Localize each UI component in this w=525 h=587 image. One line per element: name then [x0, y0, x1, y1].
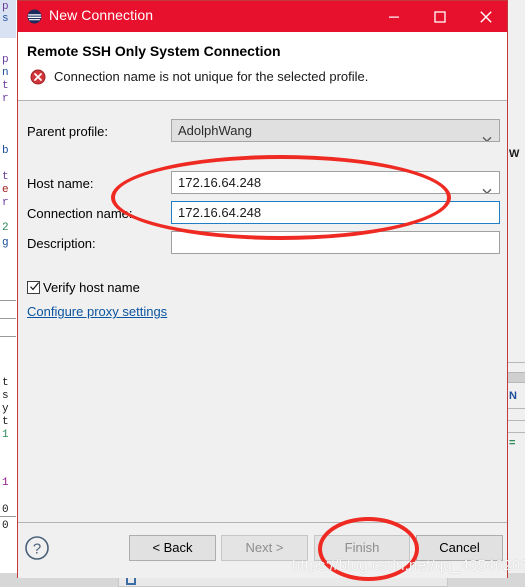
background-code-glyph: s	[2, 390, 9, 402]
background-panel-glyph: W	[509, 148, 520, 160]
chevron-down-icon	[482, 180, 492, 193]
status-message: Connection name is not unique for the se…	[54, 69, 369, 84]
background-code-glyph: 0	[2, 504, 9, 516]
back-button[interactable]: < Back	[129, 535, 216, 561]
eclipse-icon	[27, 9, 42, 24]
connection-name-label: Connection name:	[27, 206, 133, 221]
background-rule	[508, 420, 525, 421]
background-code-glyph: n	[2, 67, 9, 79]
parent-profile-label: Parent profile:	[27, 124, 108, 139]
background-code-glyph: s	[2, 13, 9, 25]
background-code-glyph: t	[2, 416, 9, 428]
dialog-body: Parent profile: AdolphWang Host name: 17…	[18, 101, 507, 511]
page-title: Remote SSH Only System Connection	[27, 43, 281, 59]
background-rule	[0, 516, 16, 517]
background-code-glyph: 1	[2, 429, 9, 441]
description-input[interactable]	[171, 231, 500, 254]
screen: pspntrbter2gtsyt1100 W N = New Connection	[0, 0, 525, 587]
dialog-footer: ? < Back Next > Finish Cancel	[18, 523, 507, 578]
svg-text:?: ?	[33, 541, 41, 558]
connection-name-input[interactable]: 172.16.64.248	[171, 201, 500, 224]
chevron-down-icon	[482, 128, 492, 141]
background-code-glyph: r	[2, 93, 9, 105]
background-panel-glyph: N	[509, 390, 517, 402]
connection-name-value: 172.16.64.248	[178, 205, 262, 220]
maximize-icon[interactable]	[417, 1, 463, 32]
background-selected-row	[508, 373, 525, 382]
background-code-glyph: p	[2, 1, 9, 13]
description-label: Description:	[27, 236, 96, 251]
background-rule	[508, 362, 525, 363]
finish-button-label: Finish	[344, 540, 380, 555]
background-code-glyph: t	[2, 377, 9, 389]
background-rule	[508, 382, 525, 383]
dialog-header: Remote SSH Only System Connection Connec…	[18, 32, 507, 101]
background-code-glyph: g	[2, 237, 9, 249]
background-rule	[0, 336, 16, 337]
host-name-label: Host name:	[27, 176, 94, 191]
cancel-button-label: Cancel	[439, 540, 480, 555]
background-code-glyph: 2	[2, 222, 9, 234]
background-left-code-strip: pspntrbter2gtsyt1100	[0, 0, 16, 587]
dialog-title: New Connection	[49, 7, 154, 23]
background-code-glyph: r	[2, 197, 9, 209]
configure-proxy-settings-link[interactable]: Configure proxy settings	[27, 304, 167, 319]
error-icon	[30, 69, 46, 85]
background-code-glyph: t	[2, 80, 9, 92]
verify-host-name-label: Verify host name	[43, 280, 140, 295]
background-rule	[508, 432, 525, 433]
host-name-combo[interactable]: 172.16.64.248	[171, 171, 500, 194]
new-connection-dialog: New Connection Remote SSH Only System Co…	[17, 0, 508, 578]
background-rule	[0, 318, 16, 319]
background-code-glyph: y	[2, 403, 9, 415]
back-button-label: < Back	[152, 540, 193, 555]
check-icon	[28, 280, 41, 298]
close-icon[interactable]	[463, 1, 509, 32]
minimize-icon[interactable]	[371, 1, 417, 32]
background-code-glyph: e	[2, 184, 9, 196]
dialog-titlebar[interactable]: New Connection	[18, 1, 507, 32]
background-code-glyph: p	[2, 54, 9, 66]
host-name-value: 172.16.64.248	[178, 175, 262, 190]
finish-button[interactable]: Finish	[314, 535, 410, 561]
background-code-glyph: 1	[2, 477, 9, 489]
background-rule	[0, 300, 16, 301]
help-icon[interactable]: ?	[24, 535, 50, 561]
next-button-label: Next >	[245, 540, 284, 555]
cancel-button[interactable]: Cancel	[416, 535, 503, 561]
next-button[interactable]: Next >	[221, 535, 308, 561]
background-code-glyph: t	[2, 171, 9, 183]
background-panel-glyph: =	[509, 437, 516, 449]
background-right-panel-strip: W N =	[508, 0, 525, 587]
parent-profile-combo[interactable]: AdolphWang	[171, 119, 500, 142]
background-rule	[508, 408, 525, 409]
background-code-glyph: b	[2, 145, 9, 157]
background-code-glyph: 0	[2, 520, 9, 532]
parent-profile-value: AdolphWang	[178, 123, 252, 138]
